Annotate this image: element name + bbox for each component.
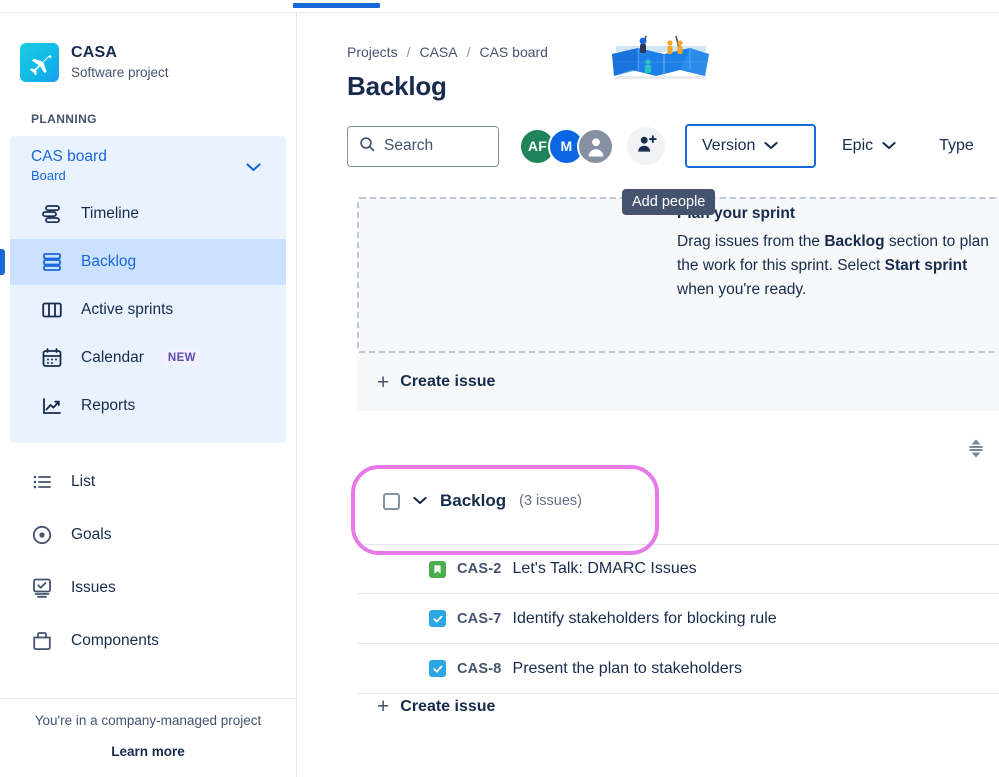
sidebar-item-active-sprints[interactable]: Active sprints [10,287,286,333]
sidebar-item-timeline[interactable]: Timeline [10,191,286,237]
table-row[interactable]: CAS-2 Let's Talk: DMARC Issues [357,544,999,594]
table-row[interactable]: CAS-7 Identify stakeholders for blocking… [357,594,999,644]
issue-key: CAS-2 [457,561,502,577]
sprint-hint-title: Plan your sprint [677,205,795,222]
backlog-icon [40,250,64,274]
planning-nav-group: CAS board Board Timeline Backlog Active … [0,136,286,444]
plus-icon: + [377,695,390,718]
add-person-icon [636,134,657,159]
project-type: Software project [71,65,169,81]
breadcrumb-cas-board[interactable]: CAS board [479,44,547,60]
avatar-anonymous[interactable] [577,127,614,165]
sidebar-item-list[interactable]: List [0,456,296,507]
avatar-group: AF M [519,127,665,165]
reports-icon [40,394,64,418]
issue-key: CAS-7 [457,610,502,627]
project-name: CASA [71,44,118,62]
planning-section-label: PLANNING [31,112,97,126]
components-icon [30,629,54,653]
airplane-icon [20,43,59,82]
active-tab-indicator[interactable] [293,3,380,8]
create-issue-backlog-button[interactable]: + Create issue [357,696,495,717]
sidebar-item-label: Issues [71,578,116,596]
backlog-issue-count: (3 issues) [519,493,582,509]
sidebar-item-label: Components [71,631,159,649]
plus-icon: + [377,370,390,394]
chevron-down-icon [882,137,896,155]
breadcrumb-casa[interactable]: CASA [419,44,457,60]
breadcrumb-projects[interactable]: Projects [347,44,398,60]
secondary-nav-group: List Goals Issues Components [0,456,296,666]
sidebar-item-goals[interactable]: Goals [0,509,296,560]
backlog-section-header[interactable]: Backlog (3 issues) [357,491,582,511]
table-row[interactable]: CAS-8 Present the plan to stakeholders [357,644,999,694]
goals-target-icon [30,523,54,547]
sidebar-item-issues[interactable]: Issues [0,562,296,613]
issue-summary: Let's Talk: DMARC Issues [512,560,697,577]
sidebar-item-label: Timeline [81,205,139,223]
filter-label: Epic [842,137,874,154]
project-header[interactable]: CASA Software project [0,13,296,82]
sidebar-item-label: Reports [81,397,136,415]
search-input[interactable]: Search [347,125,499,167]
sidebar-item-components[interactable]: Components [0,615,296,666]
sidebar-footer: You're in a company-managed project Lear… [0,698,296,777]
sidebar-item-label: Backlog [81,253,137,271]
create-issue-sprint-button[interactable]: + Create issue [357,353,999,411]
timeline-icon [40,202,64,226]
filter-label: Version [702,137,756,154]
expand-collapse-icon[interactable] [959,431,993,465]
sidebar-item-label: Calendar [81,349,144,367]
sidebar-item-label: List [71,472,96,490]
breadcrumb-separator: / [466,44,471,60]
story-type-icon [429,560,446,578]
sidebar-item-label: Goals [71,525,112,543]
board-switcher-subtitle: Board [31,168,66,184]
board-switcher[interactable]: CAS board Board [10,143,286,189]
sidebar-item-backlog[interactable]: Backlog [0,239,286,286]
sprint-hint-body: Drag issues from the Backlog section to … [677,233,989,299]
new-badge: NEW [162,350,201,367]
filter-type-dropdown[interactable]: Type [922,124,991,168]
list-icon [30,470,54,494]
company-managed-note: You're in a company-managed project [34,713,262,728]
map-planning-illustration [608,32,713,82]
create-issue-label: Create issue [400,373,496,390]
issue-key: CAS-8 [457,660,502,677]
project-meta: CASA Software project [71,43,169,82]
chevron-down-icon [764,137,778,155]
filter-epic-dropdown[interactable]: Epic [825,124,913,168]
jira-backlog-page: CASA Software project PLANNING CAS board… [0,0,999,777]
breadcrumb-separator: / [406,44,411,60]
sidebar-item-label: Active sprints [81,301,174,319]
chevron-down-icon [246,159,261,177]
backlog-toolbar: Search AF M Version Epic Type [298,102,999,168]
task-type-icon [429,610,446,627]
main-content: Projects / CASA / CAS board Backlog Sear… [298,13,999,777]
browser-top-bar [0,0,999,13]
issues-icon [30,576,54,600]
backlog-section-title: Backlog [440,491,507,510]
create-issue-label: Create issue [400,697,496,715]
search-icon [359,136,375,157]
sidebar-item-calendar[interactable]: Calendar NEW [10,335,286,381]
filter-label: Type [939,137,974,154]
issue-summary: Identify stakeholders for blocking rule [512,609,777,627]
board-switcher-title: CAS board [31,148,107,165]
calendar-icon [40,346,64,370]
chevron-down-icon[interactable] [413,492,427,510]
issue-summary: Present the plan to stakeholders [512,659,742,677]
board-columns-icon [40,298,64,322]
backlog-select-all-checkbox[interactable] [383,492,400,510]
sidebar-item-reports[interactable]: Reports [10,383,286,429]
learn-more-link[interactable]: Learn more [0,744,296,759]
sprint-hint: Plan your sprint Drag issues from the Ba… [677,205,999,302]
sidebar: CASA Software project PLANNING CAS board… [0,13,297,777]
backlog-issue-list: CAS-2 Let's Talk: DMARC Issues CAS-7 Ide… [357,544,999,694]
add-people-tooltip: Add people [622,189,716,215]
filter-version-dropdown[interactable]: Version [685,124,816,168]
search-placeholder: Search [384,137,434,154]
add-people-button[interactable] [627,127,665,165]
task-type-icon [429,660,446,677]
